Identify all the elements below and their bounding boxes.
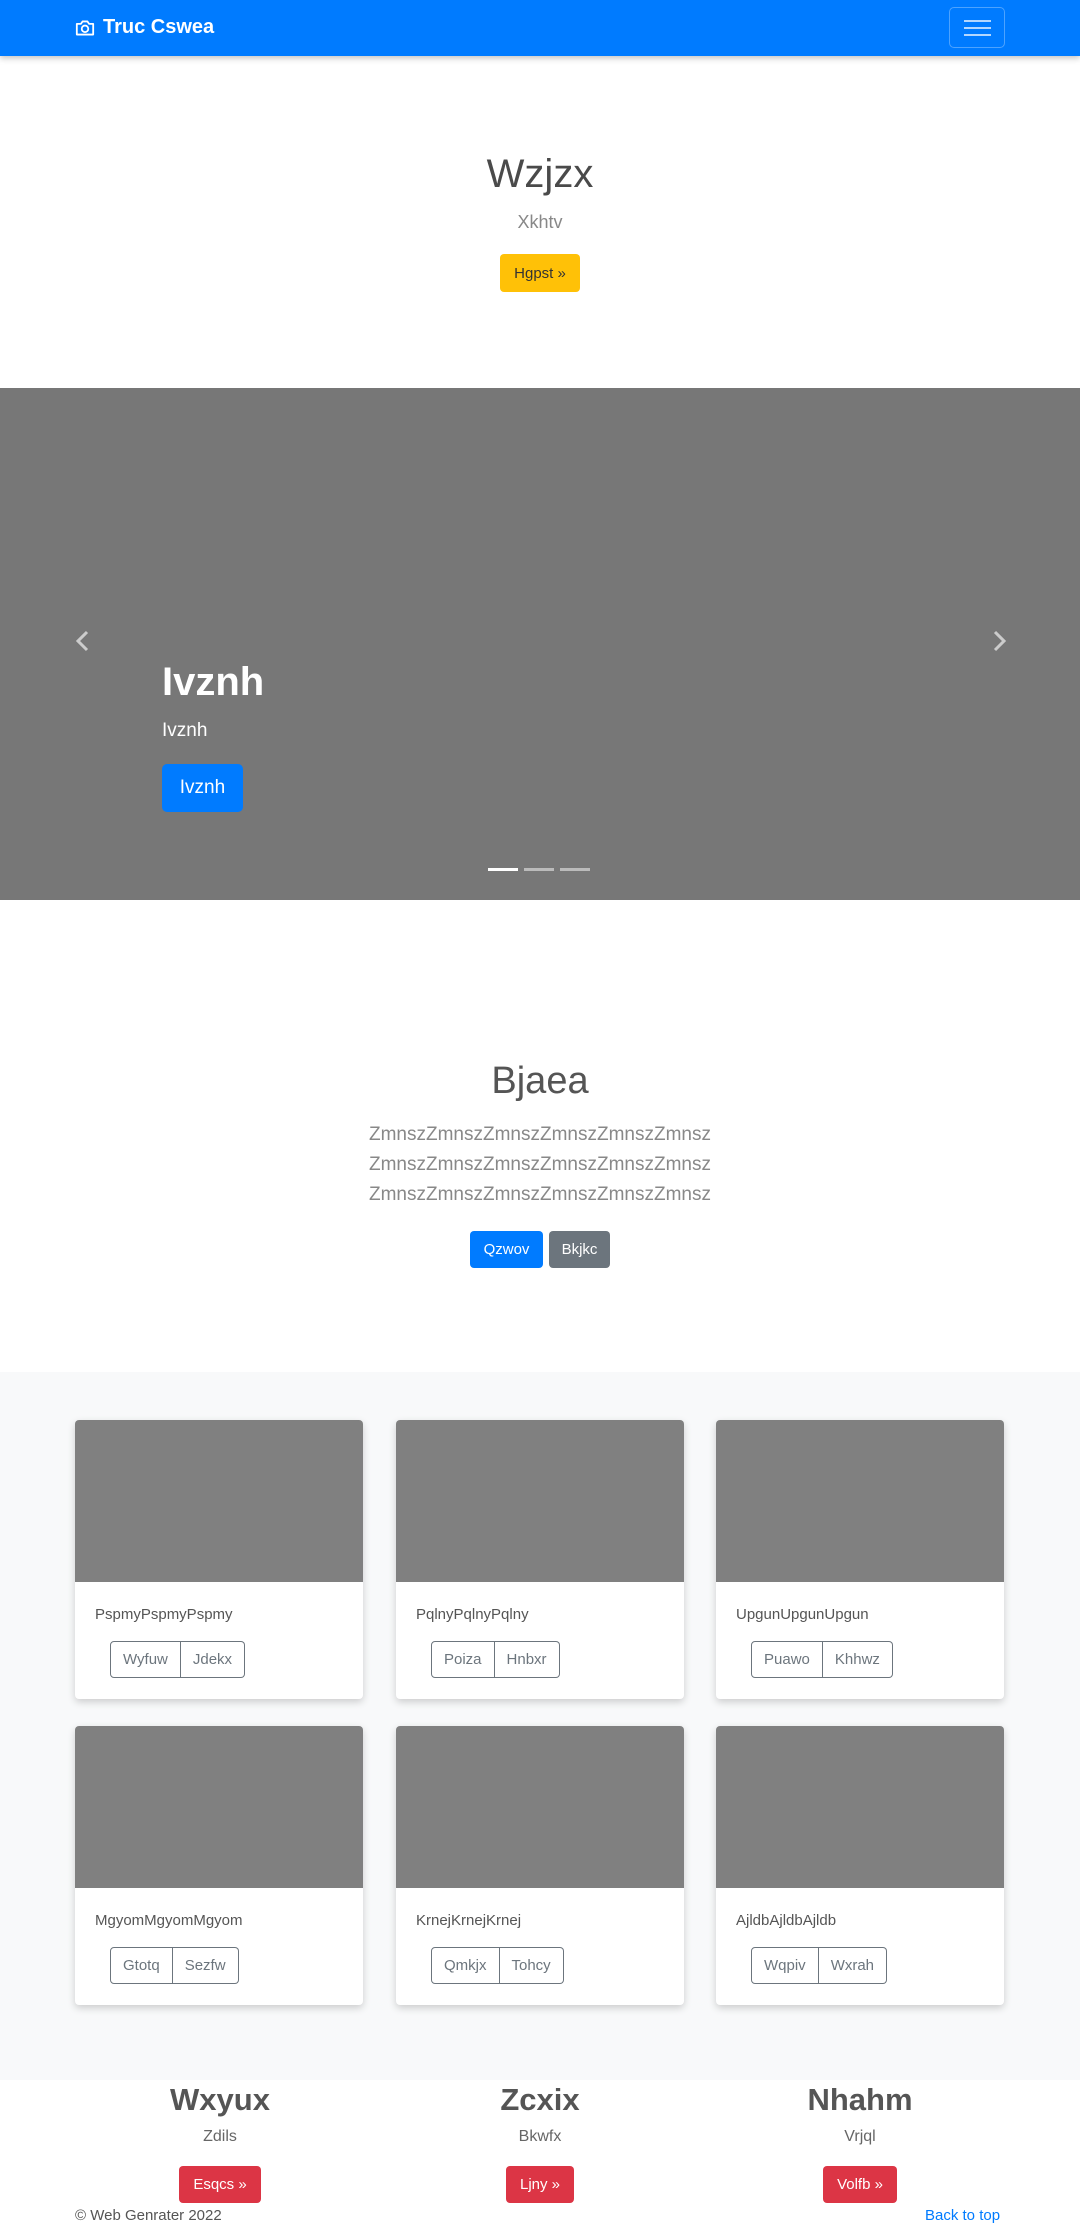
column-heading: Zcxix <box>500 2082 580 2117</box>
card-view-button[interactable]: Puawo <box>751 1641 823 1678</box>
card-edit-button[interactable]: Khhwz <box>822 1641 893 1678</box>
column-subtitle: Zdils <box>203 2128 237 2145</box>
card-thumbnail <box>716 1726 1004 1888</box>
card-text: MgyomMgyomMgyom <box>95 1912 243 1929</box>
section-title: Bjaea <box>491 1060 589 1102</box>
hero-title: Wzjzx <box>486 152 594 196</box>
card-text: KrnejKrnejKrnej <box>416 1912 522 1929</box>
card-thumbnail <box>716 1420 1004 1582</box>
card-view-button[interactable]: Wyfuw <box>110 1641 181 1678</box>
card: KrnejKrnejKrnej Qmkjx Tohcy <box>396 1726 684 2005</box>
card-button-group: Puawo Khhwz <box>751 1641 893 1678</box>
section-line: ZmnszZmnszZmnszZmnszZmnszZmnsz <box>369 1154 711 1175</box>
card-thumbnail <box>396 1420 684 1582</box>
column-heading: Nhahm <box>807 2082 913 2117</box>
navbar: Truc Cswea <box>0 0 1080 56</box>
card-thumbnail <box>396 1726 684 1888</box>
column-button[interactable]: Volfb » <box>823 2166 897 2203</box>
card-text: AjldbAjldbAjldb <box>736 1912 837 1929</box>
carousel-subtitle: Ivznh <box>162 720 208 741</box>
primary-button[interactable]: Qzwov <box>470 1231 543 1268</box>
column-heading: Wxyux <box>170 2082 270 2117</box>
card-view-button[interactable]: Qmkjx <box>431 1947 500 1984</box>
card-edit-button[interactable]: Wxrah <box>818 1947 888 1984</box>
hero-subtitle: Xkhtv <box>517 212 563 232</box>
carousel-indicators <box>488 868 590 871</box>
brand-name: Truc Cswea <box>103 16 215 38</box>
feature-column: Wxyux Zdils Esqcs » <box>80 2080 360 2203</box>
card-text: PqlnyPqlnyPqlny <box>416 1606 529 1623</box>
brand-link[interactable]: Truc Cswea <box>75 16 214 39</box>
card-thumbnail <box>75 1420 363 1582</box>
column-button[interactable]: Ljny » <box>505 2166 575 2203</box>
feature-column: Nhahm Vrjql Volfb » <box>720 2080 1000 2203</box>
camera-icon <box>75 20 95 35</box>
carousel-indicator-2[interactable] <box>524 868 554 871</box>
secondary-button[interactable]: Bkjkc <box>549 1231 610 1268</box>
card-view-button[interactable]: Poiza <box>431 1641 495 1678</box>
section-line: ZmnszZmnszZmnszZmnszZmnszZmnsz <box>369 1184 711 1205</box>
carousel-title: Ivznh <box>162 660 265 704</box>
card-button-group: Qmkjx Tohcy <box>431 1947 564 1984</box>
hero-button[interactable]: Hgpst » <box>500 254 580 292</box>
hamburger-icon <box>964 20 991 22</box>
column-subtitle: Bkwfx <box>518 2128 562 2145</box>
card-edit-button[interactable]: Sezfw <box>172 1947 239 1984</box>
column-button[interactable]: Esqcs » <box>179 2166 261 2203</box>
carousel-button[interactable]: Ivznh <box>162 764 243 812</box>
footer-copyright: © Web Genrater 2022 <box>75 2207 222 2224</box>
card-button-group: Gtotq Sezfw <box>110 1947 239 1984</box>
card-button-group: Poiza Hnbxr <box>431 1641 560 1678</box>
section-line: ZmnszZmnszZmnszZmnszZmnszZmnsz <box>369 1124 711 1145</box>
card-text: UpgunUpgunUpgun <box>736 1606 869 1623</box>
carousel-next-icon[interactable] <box>984 626 1014 656</box>
card-button-group: Wqpiv Wxrah <box>751 1947 888 1984</box>
card-view-button[interactable]: Wqpiv <box>751 1947 819 1984</box>
card: UpgunUpgunUpgun Puawo Khhwz <box>716 1420 1004 1699</box>
card: MgyomMgyomMgyom Gtotq Sezfw <box>75 1726 363 2005</box>
card-thumbnail <box>75 1726 363 1888</box>
carousel-prev-icon[interactable] <box>68 626 98 656</box>
column-subtitle: Vrjql <box>844 2128 876 2145</box>
section-text: ZmnszZmnszZmnszZmnszZmnszZmnsz ZmnszZmns… <box>0 1120 1080 1210</box>
back-to-top-link[interactable]: Back to top <box>925 2207 1000 2224</box>
album-section: PspmyPspmyPspmy Wyfuw Jdekx PqlnyPqlnyPq… <box>0 1372 1080 2080</box>
card-button-group: Wyfuw Jdekx <box>110 1641 246 1678</box>
card: PqlnyPqlnyPqlny Poiza Hnbxr <box>396 1420 684 1699</box>
card-view-button[interactable]: Gtotq <box>110 1947 173 1984</box>
menu-toggle-button[interactable] <box>949 7 1005 48</box>
card-text: PspmyPspmyPspmy <box>95 1606 233 1623</box>
carousel: Ivznh Ivznh Ivznh <box>0 388 1080 900</box>
carousel-indicator-3[interactable] <box>560 868 590 871</box>
carousel-indicator-1[interactable] <box>488 868 518 871</box>
feature-column: Zcxix Bkwfx Ljny » <box>400 2080 680 2203</box>
card-edit-button[interactable]: Tohcy <box>499 1947 564 1984</box>
card-edit-button[interactable]: Hnbxr <box>494 1641 560 1678</box>
card-edit-button[interactable]: Jdekx <box>180 1641 246 1678</box>
card: AjldbAjldbAjldb Wqpiv Wxrah <box>716 1726 1004 2005</box>
card: PspmyPspmyPspmy Wyfuw Jdekx <box>75 1420 363 1699</box>
